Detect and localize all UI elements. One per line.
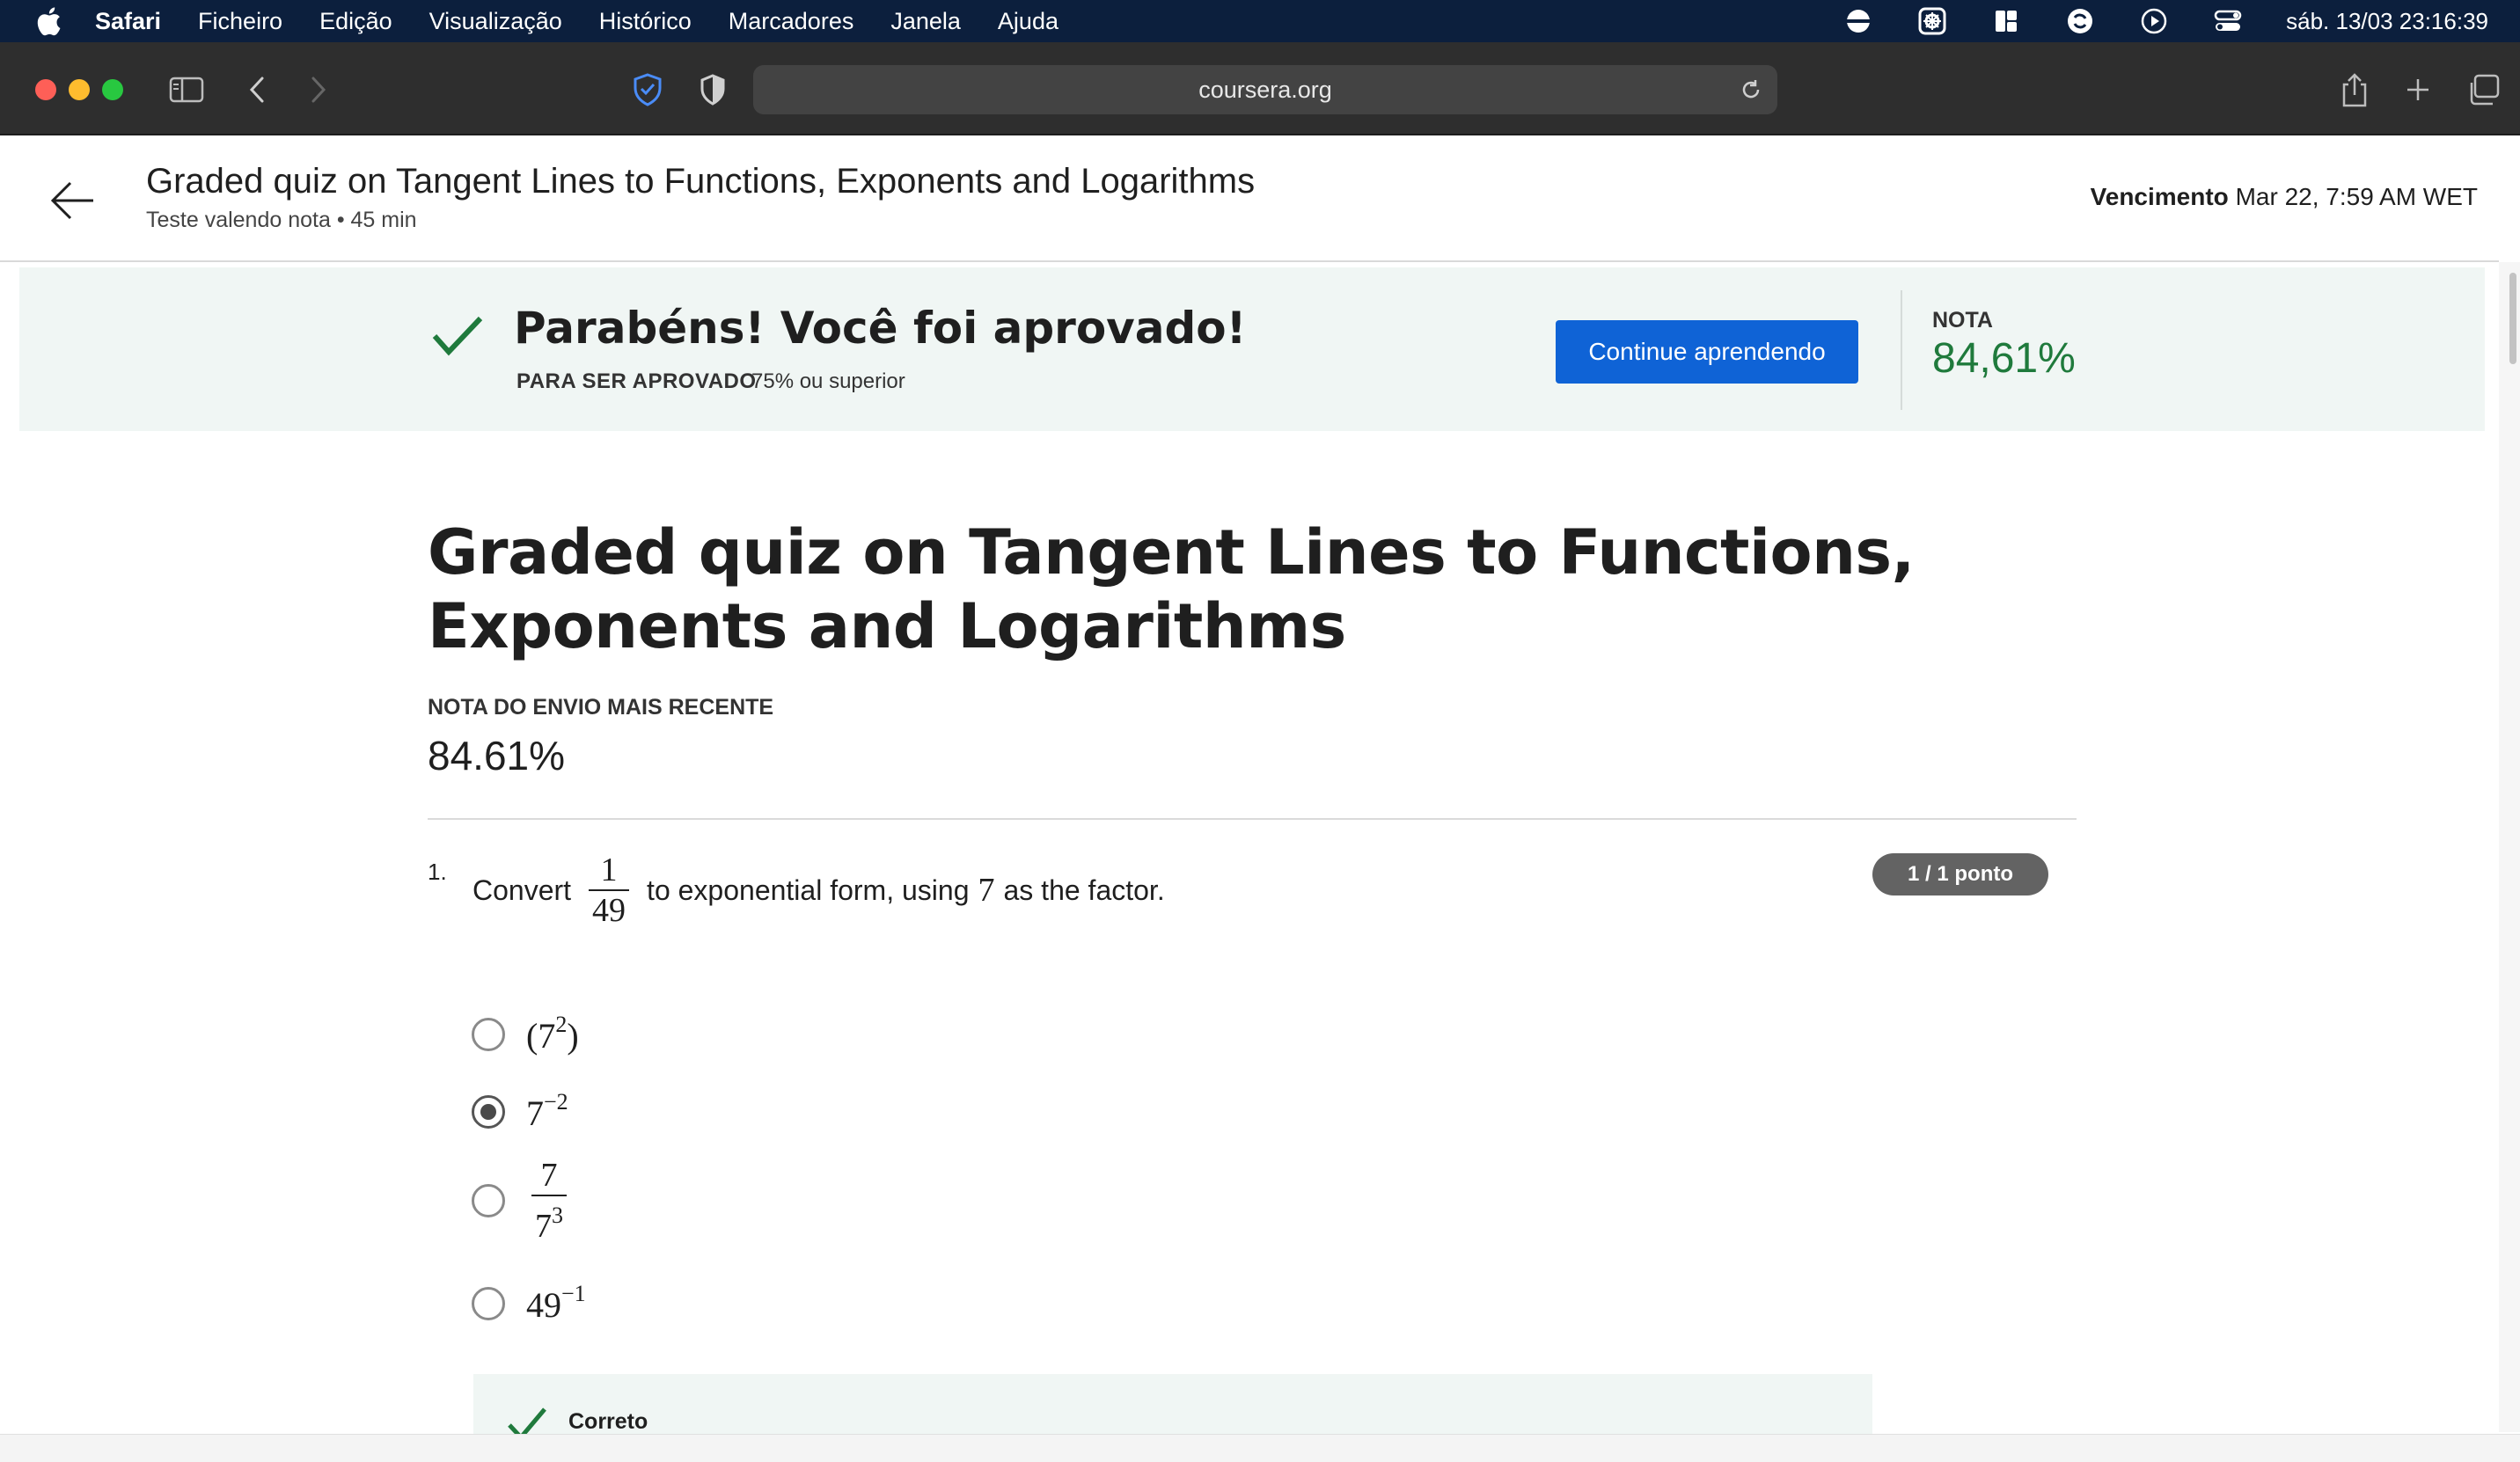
fraction-numerator: 1 (600, 852, 618, 888)
option-tail: ) (567, 1016, 579, 1056)
sidebar-toggle-icon[interactable] (165, 69, 208, 111)
pass-requirement-label: PARA SER APROVADO (516, 369, 757, 393)
header-subtitle: Teste valendo nota • 45 min (146, 208, 417, 232)
question-prefix: Convert (472, 874, 572, 906)
option-exponent: −2 (544, 1089, 568, 1115)
fraction-numerator: 7 (540, 1157, 558, 1194)
fraction-denominator: 49 (589, 889, 630, 930)
feedback-label: Correto (568, 1409, 648, 1434)
answer-option[interactable]: 7 73 (472, 1156, 584, 1246)
header-title: Graded quiz on Tangent Lines to Function… (146, 162, 1256, 201)
forward-nav-icon[interactable] (297, 69, 340, 111)
section-divider (428, 818, 2077, 820)
due-date: Vencimento Mar 22, 7:59 AM WET (2091, 183, 2478, 211)
quiz-title: Graded quiz on Tangent Lines to Function… (428, 516, 1915, 662)
option-label: 49−1 (526, 1281, 586, 1326)
points-badge: 1 / 1 ponto (1872, 853, 2048, 895)
pass-requirement-value: 75% ou superior (751, 369, 905, 393)
play-icon[interactable] (2138, 5, 2170, 37)
tab-overview-icon[interactable] (2462, 69, 2504, 111)
menu-clock[interactable]: sáb. 13/03 23:16:39 (2286, 8, 2488, 35)
answer-feedback: Correto (473, 1374, 1872, 1441)
recent-grade-value: 84.61% (428, 733, 566, 779)
close-window-button[interactable] (35, 79, 56, 100)
radio-button[interactable] (472, 1286, 505, 1320)
menu-app-name[interactable]: Safari (95, 8, 161, 35)
layout-icon[interactable] (1990, 5, 2022, 37)
continue-learning-button[interactable]: Continue aprendendo (1556, 320, 1858, 384)
answer-option[interactable]: (72) (472, 1012, 579, 1056)
pass-banner: Parabéns! Você foi aprovado! PARA SER AP… (19, 267, 2485, 431)
address-bar[interactable]: coursera.org (753, 65, 1777, 114)
congrats-heading: Parabéns! Você foi aprovado! (514, 303, 1247, 354)
option-base: 7 (526, 1093, 544, 1133)
privacy-shield-icon[interactable] (626, 69, 669, 111)
menu-janela[interactable]: Janela (890, 8, 961, 35)
shield-half-icon[interactable] (692, 69, 734, 111)
due-label: Vencimento (2090, 183, 2229, 210)
denominator-base: 7 (535, 1208, 552, 1245)
menu-ajuda[interactable]: Ajuda (998, 8, 1059, 35)
menu-historico[interactable]: Histórico (599, 8, 692, 35)
scrollbar-thumb[interactable] (2509, 273, 2516, 364)
banner-divider (1901, 290, 1902, 410)
vpn-icon[interactable] (1842, 5, 1874, 37)
answer-option-selected[interactable]: 7−2 (472, 1089, 568, 1134)
grade-label: NOTA (1932, 308, 1993, 333)
radio-button[interactable] (472, 1184, 505, 1217)
menu-visualizacao[interactable]: Visualização (429, 8, 562, 35)
menu-edicao[interactable]: Edição (319, 8, 392, 35)
control-center-icon[interactable] (2212, 5, 2244, 37)
question-fraction: 1 49 (589, 851, 630, 930)
option-exponent: 2 (555, 1012, 568, 1037)
macos-menu-bar: Safari Ficheiro Edição Visualização Hist… (0, 0, 2520, 42)
radio-button-selected[interactable] (472, 1094, 505, 1129)
new-tab-icon[interactable] (2397, 69, 2439, 111)
page-scrollbar[interactable] (2499, 262, 2520, 1432)
reload-icon[interactable] (1737, 76, 1765, 104)
share-icon[interactable] (2333, 69, 2376, 111)
apple-logo-icon[interactable] (35, 6, 65, 36)
option-base: (7 (526, 1016, 556, 1056)
grade-value: 84,61% (1932, 335, 2076, 382)
question-middle: to exponential form, using (647, 874, 970, 906)
minimize-window-button[interactable] (69, 79, 90, 100)
browser-toolbar: coursera.org (0, 42, 2520, 135)
option-exponent: −1 (561, 1281, 586, 1306)
menu-marcadores[interactable]: Marcadores (729, 8, 854, 35)
checkmark-icon (429, 308, 486, 364)
quiz-header: Graded quiz on Tangent Lines to Function… (0, 135, 2499, 262)
answer-option[interactable]: 49−1 (472, 1281, 586, 1326)
back-arrow-icon[interactable] (44, 172, 100, 229)
option-label: 7−2 (526, 1089, 568, 1134)
radio-button[interactable] (472, 1017, 505, 1051)
denominator-exponent: 3 (552, 1202, 563, 1228)
recent-grade-label: NOTA DO ENVIO MAIS RECENTE (428, 695, 774, 720)
option-label: (72) (526, 1012, 579, 1056)
fullscreen-window-button[interactable] (102, 79, 123, 100)
window-bottom-edge (0, 1434, 2520, 1462)
menu-ficheiro[interactable]: Ficheiro (198, 8, 282, 35)
question-suffix: as the factor. (1003, 874, 1165, 906)
url-text[interactable]: coursera.org (753, 65, 1777, 114)
question-factor: 7 (978, 872, 995, 909)
option-base: 49 (526, 1285, 561, 1325)
question-number: 1. (428, 859, 447, 885)
sync-icon[interactable] (2064, 5, 2096, 37)
due-value: Mar 22, 7:59 AM WET (2235, 183, 2478, 210)
back-nav-icon[interactable] (236, 69, 278, 111)
fraction-denominator: 73 (531, 1195, 567, 1246)
option-fraction: 7 73 (531, 1156, 567, 1246)
question-text: Convert 1 49 to exponential form, using … (472, 846, 1165, 934)
app-icon[interactable] (1916, 5, 1948, 37)
